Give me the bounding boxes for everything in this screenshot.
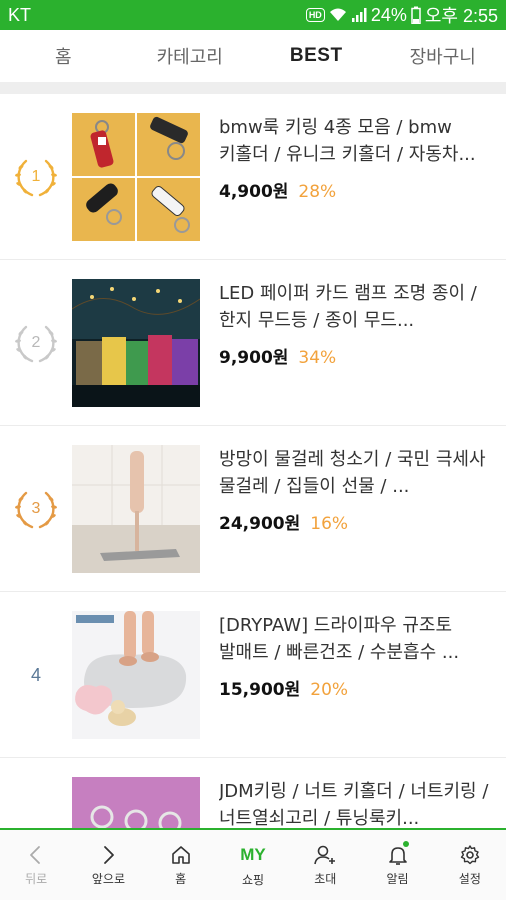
product-price: 4,900원 — [219, 182, 289, 202]
tab-category[interactable]: 카테고리 — [127, 43, 254, 69]
rank-badge-bronze: 3 — [14, 487, 58, 531]
rank-number: 2 — [31, 334, 41, 351]
tab-cart[interactable]: 장바구니 — [380, 43, 506, 69]
tab-best[interactable]: BEST — [253, 45, 380, 67]
product-image[interactable] — [72, 777, 200, 828]
product-title[interactable]: LED 페이퍼 카드 램프 조명 종이 / 한지 무드등 / 종이 무드... — [219, 280, 491, 334]
top-tabs: 홈 카테고리 BEST 장바구니 — [0, 30, 506, 82]
product-price: 24,900원 — [219, 514, 301, 534]
battery-percent: 24% — [370, 4, 407, 25]
nav-notifications-label: 알림 — [386, 871, 409, 886]
discount-rate: 34% — [298, 348, 337, 368]
add-person-icon — [314, 845, 336, 864]
status-icons: HD 24% 오후 2:55 — [305, 2, 498, 28]
product-image[interactable] — [72, 113, 200, 241]
home-icon — [171, 845, 190, 864]
product-image[interactable] — [72, 611, 200, 739]
nav-home[interactable]: 홈 — [145, 830, 217, 900]
my-text-icon: MY — [240, 844, 266, 864]
rank-number: 4 — [30, 664, 41, 685]
price-row: 4,900원 28% — [219, 177, 491, 202]
clock: 오후 2:55 — [424, 6, 498, 26]
product-item[interactable]: 4 [DRYPAW] 드라이파우 규조토 발매트 / 빠른건조 / 수분흡수 .… — [0, 592, 506, 758]
product-item[interactable]: 2 LED 페이퍼 카드 램프 조명 종이 / 한지 무드등 / 종이 무드..… — [0, 260, 506, 426]
nav-back[interactable]: 뒤로 — [0, 830, 72, 900]
rank-badge-silver: 2 — [14, 321, 58, 365]
nav-settings[interactable]: 설정 — [434, 830, 506, 900]
rank-number: 1 — [31, 168, 41, 185]
product-price: 9,900원 — [219, 348, 289, 368]
product-item[interactable]: JDM키링 / 너트 키홀더 / 너트키링 / 너트열쇠고리 / 튜닝룩키... — [0, 758, 506, 828]
product-info: bmw룩 키링 4종 모음 / bmw 키홀더 / 유니크 키홀더 / 자동차.… — [219, 114, 491, 202]
price-row: 24,900원 16% — [219, 509, 491, 534]
status-bar: KT HD 24% 오후 2:55 — [0, 0, 506, 30]
nav-shopping-label: 쇼핑 — [241, 872, 265, 887]
section-divider — [0, 82, 506, 94]
rank-badge-gold: 1 — [14, 155, 58, 199]
discount-rate: 28% — [298, 182, 337, 202]
bottom-navigation: 뒤로 앞으로 홈 MY 쇼핑 초대 알림 설정 — [0, 828, 506, 900]
rank-number: 3 — [31, 500, 41, 517]
product-title[interactable]: 방망이 물걸레 청소기 / 국민 극세사 물걸레 / 집들이 선물 / ... — [219, 446, 491, 500]
nav-invite[interactable]: 초대 — [289, 830, 361, 900]
hd-badge: HD — [305, 8, 325, 22]
nav-back-label: 뒤로 — [25, 871, 48, 886]
price-row: 15,900원 20% — [219, 675, 491, 700]
wifi-icon — [329, 7, 347, 23]
chevron-right-icon — [104, 845, 115, 864]
tab-home[interactable]: 홈 — [0, 43, 127, 69]
discount-rate: 20% — [310, 680, 349, 700]
product-info: JDM키링 / 너트 키홀더 / 너트키링 / 너트열쇠고리 / 튜닝룩키... — [219, 778, 491, 828]
product-image[interactable] — [72, 279, 200, 407]
product-price: 15,900원 — [219, 680, 301, 700]
signal-icon — [351, 7, 367, 23]
carrier-name: KT — [8, 4, 32, 25]
product-info: 방망이 물걸레 청소기 / 국민 극세사 물걸레 / 집들이 선물 / ... … — [219, 446, 491, 534]
nav-settings-label: 설정 — [458, 871, 481, 886]
chevron-left-icon — [30, 845, 41, 864]
product-image[interactable] — [72, 445, 200, 573]
nav-notifications[interactable]: 알림 — [361, 830, 433, 900]
product-title[interactable]: [DRYPAW] 드라이파우 규조토 발매트 / 빠른건조 / 수분흡수 ... — [219, 612, 491, 666]
best-product-list: 1 bmw룩 키링 4종 모음 / bmw 키홀더 / 유니크 키홀더 / 자동… — [0, 94, 506, 828]
nav-my-shopping[interactable]: MY 쇼핑 — [217, 830, 289, 900]
discount-rate: 16% — [310, 514, 349, 534]
product-item[interactable]: 3 방망이 물걸레 청소기 / 국민 극세사 물걸레 / 집들이 선물 / ..… — [0, 426, 506, 592]
product-title[interactable]: bmw룩 키링 4종 모음 / bmw 키홀더 / 유니크 키홀더 / 자동차.… — [219, 114, 491, 168]
product-item[interactable]: 1 bmw룩 키링 4종 모음 / bmw 키홀더 / 유니크 키홀더 / 자동… — [0, 94, 506, 260]
price-row: 9,900원 34% — [219, 343, 491, 368]
rank-badge: 4 — [14, 653, 58, 697]
nav-home-label: 홈 — [175, 871, 187, 886]
gear-icon — [460, 844, 480, 864]
product-title[interactable]: JDM키링 / 너트 키홀더 / 너트키링 / 너트열쇠고리 / 튜닝룩키... — [219, 778, 491, 828]
battery-icon — [411, 6, 421, 24]
product-info: [DRYPAW] 드라이파우 규조토 발매트 / 빠른건조 / 수분흡수 ...… — [219, 612, 491, 700]
product-info: LED 페이퍼 카드 램프 조명 종이 / 한지 무드등 / 종이 무드... … — [219, 280, 491, 368]
nav-forward[interactable]: 앞으로 — [72, 830, 144, 900]
nav-invite-label: 초대 — [314, 871, 337, 886]
nav-forward-label: 앞으로 — [91, 871, 125, 886]
